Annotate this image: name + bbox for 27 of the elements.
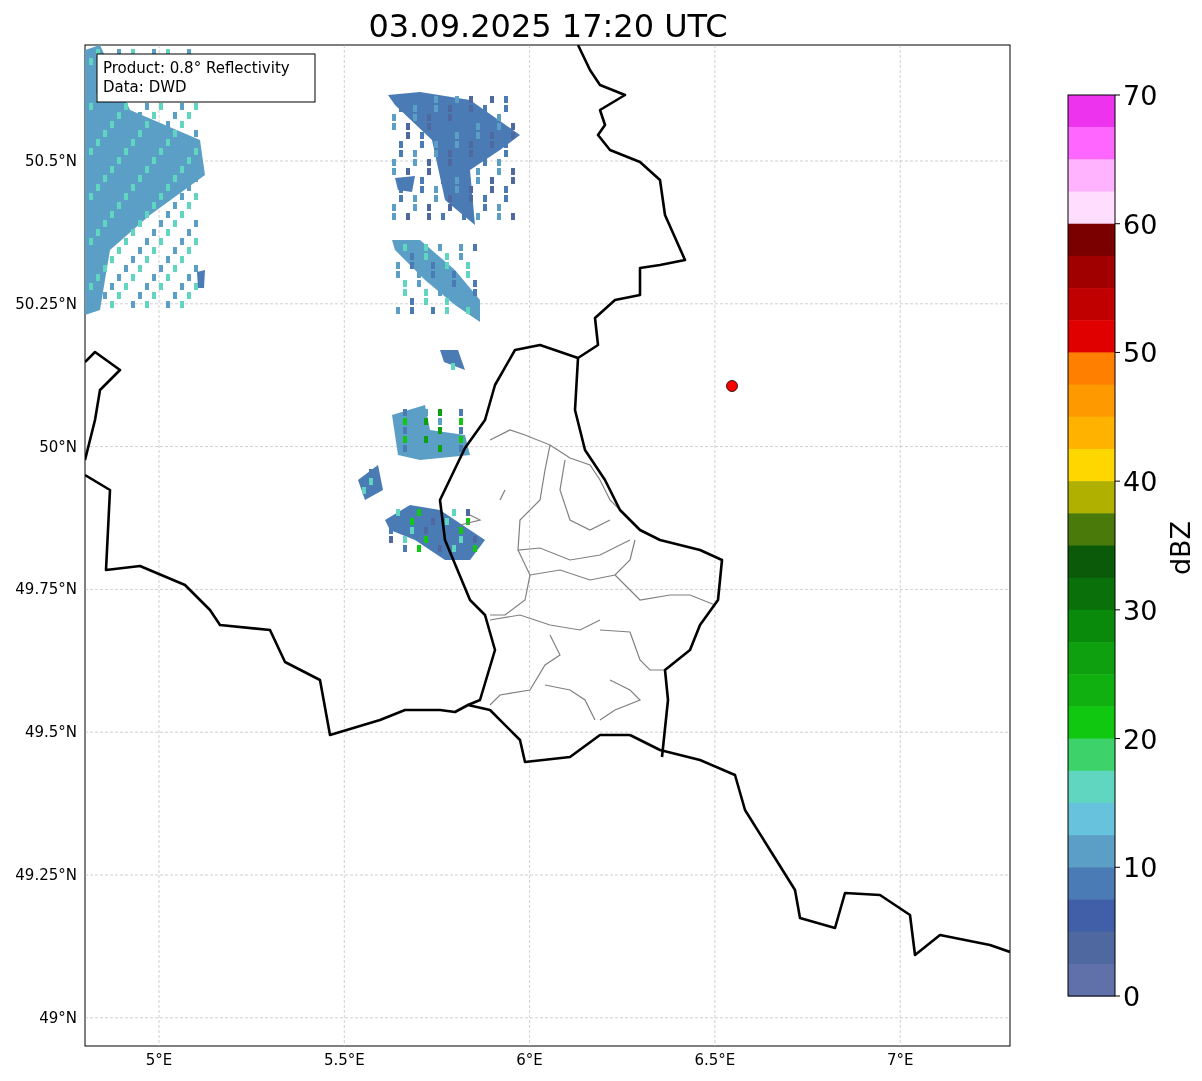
colorbar-tick-label: 10 bbox=[1123, 852, 1158, 884]
colorbar-label: dBZ bbox=[1165, 520, 1196, 576]
colorbar-tick-label: 40 bbox=[1123, 466, 1158, 498]
latitude-label: 49.25°N bbox=[15, 866, 77, 884]
radar-echo bbox=[358, 465, 383, 500]
colorbar-tick-label: 20 bbox=[1123, 723, 1158, 755]
longitude-label: 5.5°E bbox=[323, 1051, 365, 1069]
latitude-label: 50.25°N bbox=[15, 294, 77, 313]
radar-echo bbox=[440, 350, 465, 370]
location-marker bbox=[726, 380, 738, 392]
latitude-label: 50°N bbox=[39, 437, 77, 456]
colorbar-tick-label: 50 bbox=[1123, 337, 1158, 369]
info-text: Product: 0.8° Reflectivity bbox=[103, 59, 290, 77]
latitude-label: 49.75°N bbox=[15, 580, 77, 599]
latitude-label: 50.5°N bbox=[24, 152, 77, 170]
colorbar-tick-label: 70 bbox=[1123, 80, 1158, 111]
longitude-label: 5°E bbox=[145, 1051, 173, 1069]
colorbar-tick-label: 30 bbox=[1123, 594, 1158, 626]
latitude-label: 49.5°N bbox=[24, 723, 77, 742]
latitude-label: 49°N bbox=[39, 1008, 77, 1027]
info-text: Data: DWD bbox=[103, 78, 187, 96]
colorbar-tick-label: 0 bbox=[1123, 981, 1141, 1012]
longitude-label: 6.5°E bbox=[694, 1051, 736, 1069]
longitude-label: 6°E bbox=[516, 1051, 543, 1069]
colorbar-tick-label: 60 bbox=[1123, 208, 1158, 240]
longitude-label: 7°E bbox=[886, 1051, 914, 1069]
plot-title: 03.09.2025 17:20 UTC bbox=[368, 7, 728, 45]
